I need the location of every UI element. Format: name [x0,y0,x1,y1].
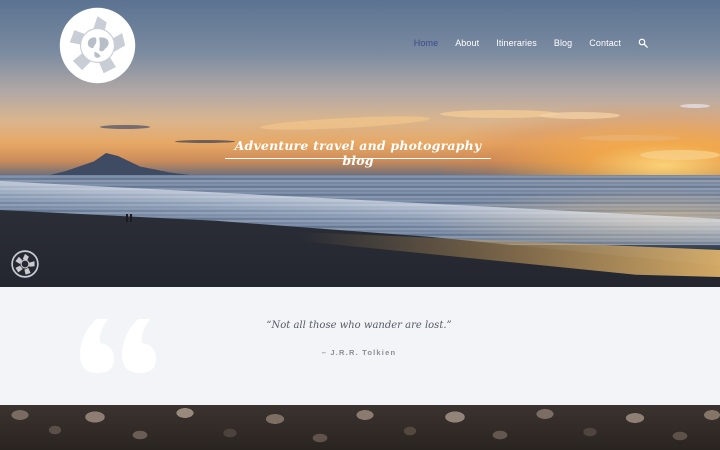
hero-banner: Home About Itineraries Blog Contact Adve… [0,0,720,287]
person-silhouette [130,214,132,222]
tagline-underline [225,158,491,159]
search-icon[interactable] [638,38,648,48]
nav-home[interactable]: Home [414,38,438,48]
nav-about[interactable]: About [455,38,479,48]
pebble-beach-banner [0,405,720,450]
nav-itineraries[interactable]: Itineraries [496,38,537,48]
person-silhouette [126,214,128,222]
aperture-globe-logo-icon [59,7,136,84]
quote-author: – J.R.R. Tolkien [321,348,397,357]
cloud [259,113,431,133]
cloud [680,104,710,108]
site-logo[interactable] [59,7,136,84]
quote-text: “Not all those who wander are lost.” [266,320,452,331]
cloud [540,112,620,119]
main-nav: Home About Itineraries Blog Contact [397,38,648,48]
nav-contact[interactable]: Contact [589,38,621,48]
cloud [580,135,680,141]
site-tagline: Adventure travel and photography blog [234,138,482,168]
cloud [640,150,720,160]
cloud [100,125,150,129]
aperture-watermark-icon [11,250,39,278]
nav-blog[interactable]: Blog [554,38,572,48]
